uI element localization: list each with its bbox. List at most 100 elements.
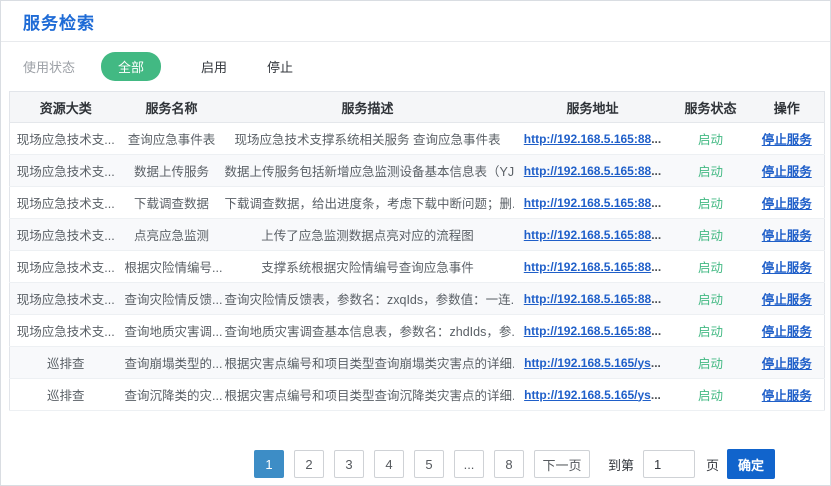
filter-option-stopped[interactable]: 停止	[267, 57, 293, 76]
page-button-2[interactable]: 2	[294, 450, 324, 478]
table-row: 现场应急技术支... 下载调查数据 下载调查数据，给出进度条，考虑下载中断问题；…	[10, 187, 825, 219]
stop-service-link[interactable]: 停止服务	[762, 261, 812, 275]
cell-action: 停止服务	[750, 315, 825, 347]
service-search-page: 服务检索 使用状态 全部 启用 停止 资源大类 服务名称 服务描述 服务地址 服…	[0, 0, 831, 486]
url-ellipsis: ...	[651, 132, 661, 146]
url-ellipsis: ...	[651, 324, 661, 338]
table-row: 现场应急技术支... 点亮应急监测 上传了应急监测数据点亮对应的流程图 http…	[10, 219, 825, 251]
table-row: 现场应急技术支... 查询应急事件表 现场应急技术支撑系统相关服务 查询应急事件…	[10, 123, 825, 155]
cell-action: 停止服务	[750, 251, 825, 283]
page-button-5[interactable]: 5	[414, 450, 444, 478]
cell-description: 根据灾害点编号和项目类型查询崩塌类灾害点的详细...	[222, 347, 514, 379]
cell-category: 巡排查	[10, 347, 122, 379]
services-table: 资源大类 服务名称 服务描述 服务地址 服务状态 操作 现场应急技术支... 查…	[9, 91, 825, 411]
cell-category: 现场应急技术支...	[10, 283, 122, 315]
cell-description: 上传了应急监测数据点亮对应的流程图	[222, 219, 514, 251]
table-row: 现场应急技术支... 查询灾险情反馈... 查询灾险情反馈表，参数名：zxqId…	[10, 283, 825, 315]
cell-name: 点亮应急监测	[122, 219, 222, 251]
service-url-link[interactable]: http://192.168.5.165:88	[524, 292, 651, 306]
page-title: 服务检索	[23, 9, 95, 34]
col-header-action: 操作	[750, 92, 825, 123]
col-header-description: 服务描述	[222, 92, 514, 123]
service-url-link[interactable]: http://192.168.5.165:88	[524, 196, 651, 210]
url-ellipsis: ...	[651, 292, 661, 306]
confirm-button[interactable]: 确定	[727, 449, 775, 479]
goto-page-prefix: 到第	[608, 455, 634, 474]
stop-service-link[interactable]: 停止服务	[762, 293, 812, 307]
cell-description: 根据灾害点编号和项目类型查询沉降类灾害点的详细...	[222, 379, 514, 411]
service-url-link[interactable]: http://192.168.5.165:88	[524, 164, 651, 178]
cell-address: http://192.168.5.165:88...	[514, 251, 672, 283]
service-url-link[interactable]: http://192.168.5.165:88	[524, 132, 651, 146]
page-button-8[interactable]: 8	[494, 450, 524, 478]
table-header-row: 资源大类 服务名称 服务描述 服务地址 服务状态 操作	[10, 92, 825, 123]
table-row: 巡排查 查询沉降类的灾... 根据灾害点编号和项目类型查询沉降类灾害点的详细..…	[10, 379, 825, 411]
stop-service-link[interactable]: 停止服务	[762, 325, 812, 339]
service-url-link[interactable]: http://192.168.5.165:88	[524, 324, 651, 338]
cell-action: 停止服务	[750, 155, 825, 187]
stop-service-link[interactable]: 停止服务	[762, 229, 812, 243]
service-url-link[interactable]: http://192.168.5.165:88	[524, 228, 651, 242]
url-ellipsis: ...	[651, 228, 661, 242]
cell-address: http://192.168.5.165:88...	[514, 283, 672, 315]
cell-status: 启动	[672, 155, 750, 187]
cell-name: 根据灾险情编号...	[122, 251, 222, 283]
url-ellipsis: ...	[651, 196, 661, 210]
status-badge: 启动	[698, 229, 723, 243]
page-button-ellipsis[interactable]: ...	[454, 450, 484, 478]
status-badge: 启动	[698, 325, 723, 339]
cell-address: http://192.168.5.165:88...	[514, 315, 672, 347]
url-ellipsis: ...	[651, 260, 661, 274]
cell-status: 启动	[672, 347, 750, 379]
goto-page-suffix: 页	[706, 455, 719, 474]
stop-service-link[interactable]: 停止服务	[762, 357, 812, 371]
goto-page-input[interactable]	[643, 450, 695, 478]
cell-name: 数据上传服务	[122, 155, 222, 187]
cell-category: 现场应急技术支...	[10, 155, 122, 187]
page-button-1[interactable]: 1	[254, 450, 284, 478]
cell-action: 停止服务	[750, 347, 825, 379]
table-row: 现场应急技术支... 查询地质灾害调... 查询地质灾害调查基本信息表，参数名：…	[10, 315, 825, 347]
service-url-link[interactable]: http://192.168.5.165/ys	[524, 356, 651, 370]
cell-address: http://192.168.5.165:88...	[514, 187, 672, 219]
status-badge: 启动	[698, 357, 723, 371]
cell-status: 启动	[672, 315, 750, 347]
cell-name: 下载调查数据	[122, 187, 222, 219]
filter-option-enabled[interactable]: 启用	[201, 57, 227, 76]
stop-service-link[interactable]: 停止服务	[762, 197, 812, 211]
cell-address: http://192.168.5.165:88...	[514, 155, 672, 187]
cell-description: 现场应急技术支撑系统相关服务 查询应急事件表	[222, 123, 514, 155]
status-filter-bar: 使用状态 全部 启用 停止	[1, 42, 830, 91]
cell-status: 启动	[672, 219, 750, 251]
cell-address: http://192.168.5.165/ys...	[514, 379, 672, 411]
cell-category: 现场应急技术支...	[10, 123, 122, 155]
cell-status: 启动	[672, 251, 750, 283]
stop-service-link[interactable]: 停止服务	[762, 133, 812, 147]
cell-action: 停止服务	[750, 123, 825, 155]
status-badge: 启动	[698, 165, 723, 179]
cell-description: 查询灾险情反馈表，参数名：zxqIds，参数值：一连...	[222, 283, 514, 315]
table-row: 现场应急技术支... 数据上传服务 数据上传服务包括新增应急监测设备基本信息表（…	[10, 155, 825, 187]
cell-status: 启动	[672, 283, 750, 315]
table-row: 现场应急技术支... 根据灾险情编号... 支撑系统根据灾险情编号查询应急事件 …	[10, 251, 825, 283]
page-button-3[interactable]: 3	[334, 450, 364, 478]
service-url-link[interactable]: http://192.168.5.165:88	[524, 260, 651, 274]
cell-category: 现场应急技术支...	[10, 219, 122, 251]
cell-address: http://192.168.5.165:88...	[514, 219, 672, 251]
stop-service-link[interactable]: 停止服务	[762, 165, 812, 179]
stop-service-link[interactable]: 停止服务	[762, 389, 812, 403]
url-ellipsis: ...	[651, 164, 661, 178]
page-button-4[interactable]: 4	[374, 450, 404, 478]
filter-option-all[interactable]: 全部	[101, 52, 161, 81]
cell-name: 查询地质灾害调...	[122, 315, 222, 347]
cell-address: http://192.168.5.165/ys...	[514, 347, 672, 379]
filter-label: 使用状态	[23, 57, 75, 76]
status-badge: 启动	[698, 293, 723, 307]
cell-name: 查询崩塌类型的...	[122, 347, 222, 379]
cell-name: 查询应急事件表	[122, 123, 222, 155]
cell-category: 现场应急技术支...	[10, 251, 122, 283]
service-url-link[interactable]: http://192.168.5.165/ys	[524, 388, 651, 402]
col-header-address: 服务地址	[514, 92, 672, 123]
url-ellipsis: ...	[651, 356, 661, 370]
next-page-button[interactable]: 下一页	[534, 450, 590, 478]
